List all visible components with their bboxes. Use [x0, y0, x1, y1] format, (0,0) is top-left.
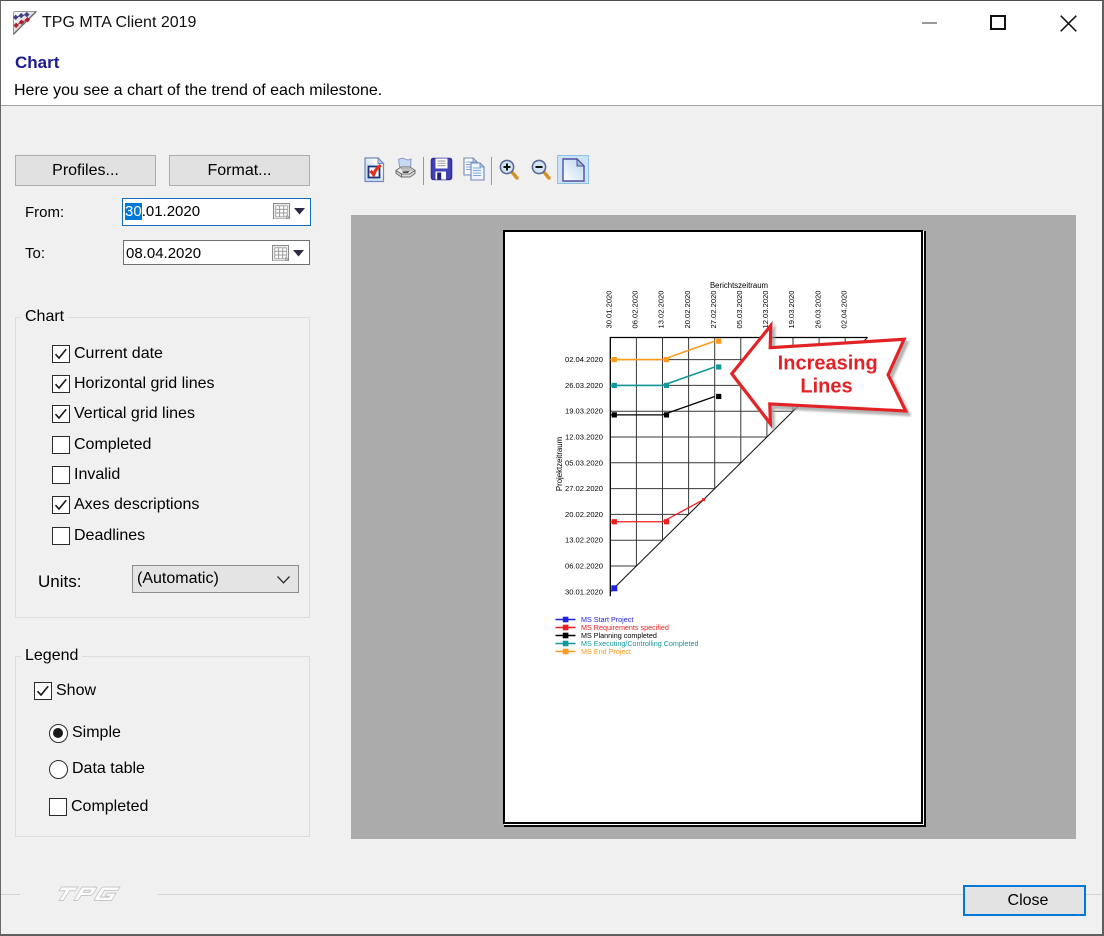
window-title: TPG MTA Client 2019 — [42, 14, 196, 32]
radio-simple[interactable] — [49, 724, 68, 743]
svg-text:26.03.2020: 26.03.2020 — [565, 381, 603, 390]
from-date-input[interactable]: 30.01.2020 — [122, 198, 311, 226]
zoom-in-icon[interactable] — [499, 159, 520, 181]
from-dropdown-arrow-icon[interactable] — [294, 208, 305, 215]
legend-options-group: Legend ShowSimpleData tableCompleted — [15, 656, 310, 837]
app-icon — [13, 11, 37, 35]
checkbox-invalid[interactable] — [52, 466, 70, 484]
profiles-button[interactable]: Profiles... — [15, 155, 156, 186]
svg-text:20.02.2020: 20.02.2020 — [683, 290, 692, 328]
checkbox-label: Completed — [74, 436, 151, 454]
checkbox-label: Deadlines — [74, 527, 145, 545]
radio-label: Simple — [72, 724, 121, 742]
minimize-button[interactable] — [922, 22, 937, 24]
close-button[interactable] — [1060, 15, 1077, 32]
svg-text:20.02.2020: 20.02.2020 — [565, 510, 603, 519]
to-date-value: 08.04.2020 — [126, 243, 201, 265]
from-date-rest: .01.2020 — [142, 203, 200, 220]
chart-options-group: Chart Current dateHorizontal grid linesV… — [15, 317, 310, 618]
calendar-icon[interactable] — [272, 245, 291, 261]
checkbox-label: Current date — [74, 345, 163, 363]
checkbox-label: Invalid — [74, 466, 120, 484]
from-label: From: — [25, 204, 64, 221]
toolbar-separator — [423, 157, 424, 185]
checkbox-label: Completed — [71, 798, 148, 816]
svg-text:12.03.2020: 12.03.2020 — [761, 290, 770, 328]
from-date-selected-part: 30 — [125, 203, 142, 220]
svg-text:02.04.2020: 02.04.2020 — [565, 355, 603, 364]
print-icon[interactable] — [393, 156, 419, 182]
maximize-button[interactable] — [990, 15, 1006, 30]
mta-chart: 30.01.2020 06.02.2020 13.02.2020 20.02.2020… — [503, 230, 919, 820]
svg-text:06.02.2020: 06.02.2020 — [631, 290, 640, 328]
preview-page: 30.01.2020 06.02.2020 13.02.2020 20.02.2020… — [503, 230, 923, 824]
checkbox-label: Vertical grid lines — [74, 405, 195, 423]
units-label: Units: — [38, 572, 81, 592]
annotation-text-line2: Lines — [800, 376, 852, 398]
checkbox-horizontal-grid-lines[interactable] — [52, 375, 70, 393]
svg-text:26.03.2020: 26.03.2020 — [813, 290, 822, 328]
save-icon[interactable] — [430, 157, 453, 181]
svg-text:13.02.2020: 13.02.2020 — [565, 536, 603, 545]
to-date-input[interactable]: 08.04.2020 — [123, 240, 310, 265]
svg-text:05.03.2020: 05.03.2020 — [735, 290, 744, 328]
y-axis-title: Projektzeitraum — [555, 437, 564, 491]
app-window: TPG MTA Client 2019 Chart Here you see a… — [0, 0, 1104, 936]
svg-text:19.03.2020: 19.03.2020 — [787, 290, 796, 328]
brand-logo — [20, 880, 158, 908]
svg-text:02.04.2020: 02.04.2020 — [839, 290, 848, 328]
annotation-text-line1: Increasing — [778, 353, 878, 375]
toolbar-separator — [491, 157, 492, 185]
svg-text:30.01.2020: 30.01.2020 — [605, 290, 614, 328]
copy-icon[interactable] — [463, 157, 486, 181]
chart-group-title: Chart — [21, 308, 68, 326]
chevron-down-icon — [277, 576, 290, 584]
calendar-icon[interactable] — [273, 203, 292, 219]
to-dropdown-arrow-icon[interactable] — [293, 250, 304, 257]
svg-text:06.02.2020: 06.02.2020 — [565, 562, 603, 571]
svg-text:27.02.2020: 27.02.2020 — [565, 484, 603, 493]
brand-text — [53, 887, 120, 901]
svg-text:13.02.2020: 13.02.2020 — [657, 290, 666, 328]
radio-data-table[interactable] — [49, 760, 68, 779]
legend-group-title: Legend — [21, 647, 82, 665]
print-preview-options-icon[interactable] — [364, 157, 388, 183]
checkbox-deadlines[interactable] — [52, 527, 70, 545]
checkbox-axes-descriptions[interactable] — [52, 496, 70, 514]
footer-divider — [1, 894, 1102, 895]
svg-text:27.02.2020: 27.02.2020 — [709, 290, 718, 328]
checkbox-label: Show — [56, 682, 96, 700]
format-button[interactable]: Format... — [169, 155, 310, 186]
checkbox-label: Horizontal grid lines — [74, 375, 215, 393]
series-line — [610, 500, 703, 522]
svg-text:12.03.2020: 12.03.2020 — [565, 433, 603, 442]
units-value: (Automatic) — [137, 570, 219, 588]
radio-label: Data table — [72, 760, 145, 778]
print-preview-area: 30.01.2020 06.02.2020 13.02.2020 20.02.2020… — [351, 215, 1076, 839]
whole-page-icon[interactable] — [562, 158, 585, 182]
checkbox-completed[interactable] — [52, 436, 70, 454]
checkbox-vertical-grid-lines[interactable] — [52, 405, 70, 423]
svg-text:05.03.2020: 05.03.2020 — [565, 458, 603, 467]
svg-text:19.03.2020: 19.03.2020 — [565, 407, 603, 416]
page-description: Here you see a chart of the trend of eac… — [14, 82, 382, 100]
checkbox-legend-completed[interactable] — [49, 798, 67, 816]
x-axis-title: Berichtszeitraum — [710, 281, 768, 290]
legend-label: MS End Project — [581, 647, 631, 656]
units-combobox[interactable]: (Automatic) — [132, 565, 299, 593]
close-dialog-button[interactable]: Close — [963, 885, 1086, 916]
checkbox-current-date[interactable] — [52, 345, 70, 363]
page-title: Chart — [15, 53, 59, 73]
checkbox-label: Axes descriptions — [74, 496, 199, 514]
checkbox-show[interactable] — [34, 682, 52, 700]
to-label: To: — [25, 245, 45, 262]
zoom-out-icon[interactable] — [531, 159, 552, 181]
svg-text:30.01.2020: 30.01.2020 — [565, 587, 603, 596]
